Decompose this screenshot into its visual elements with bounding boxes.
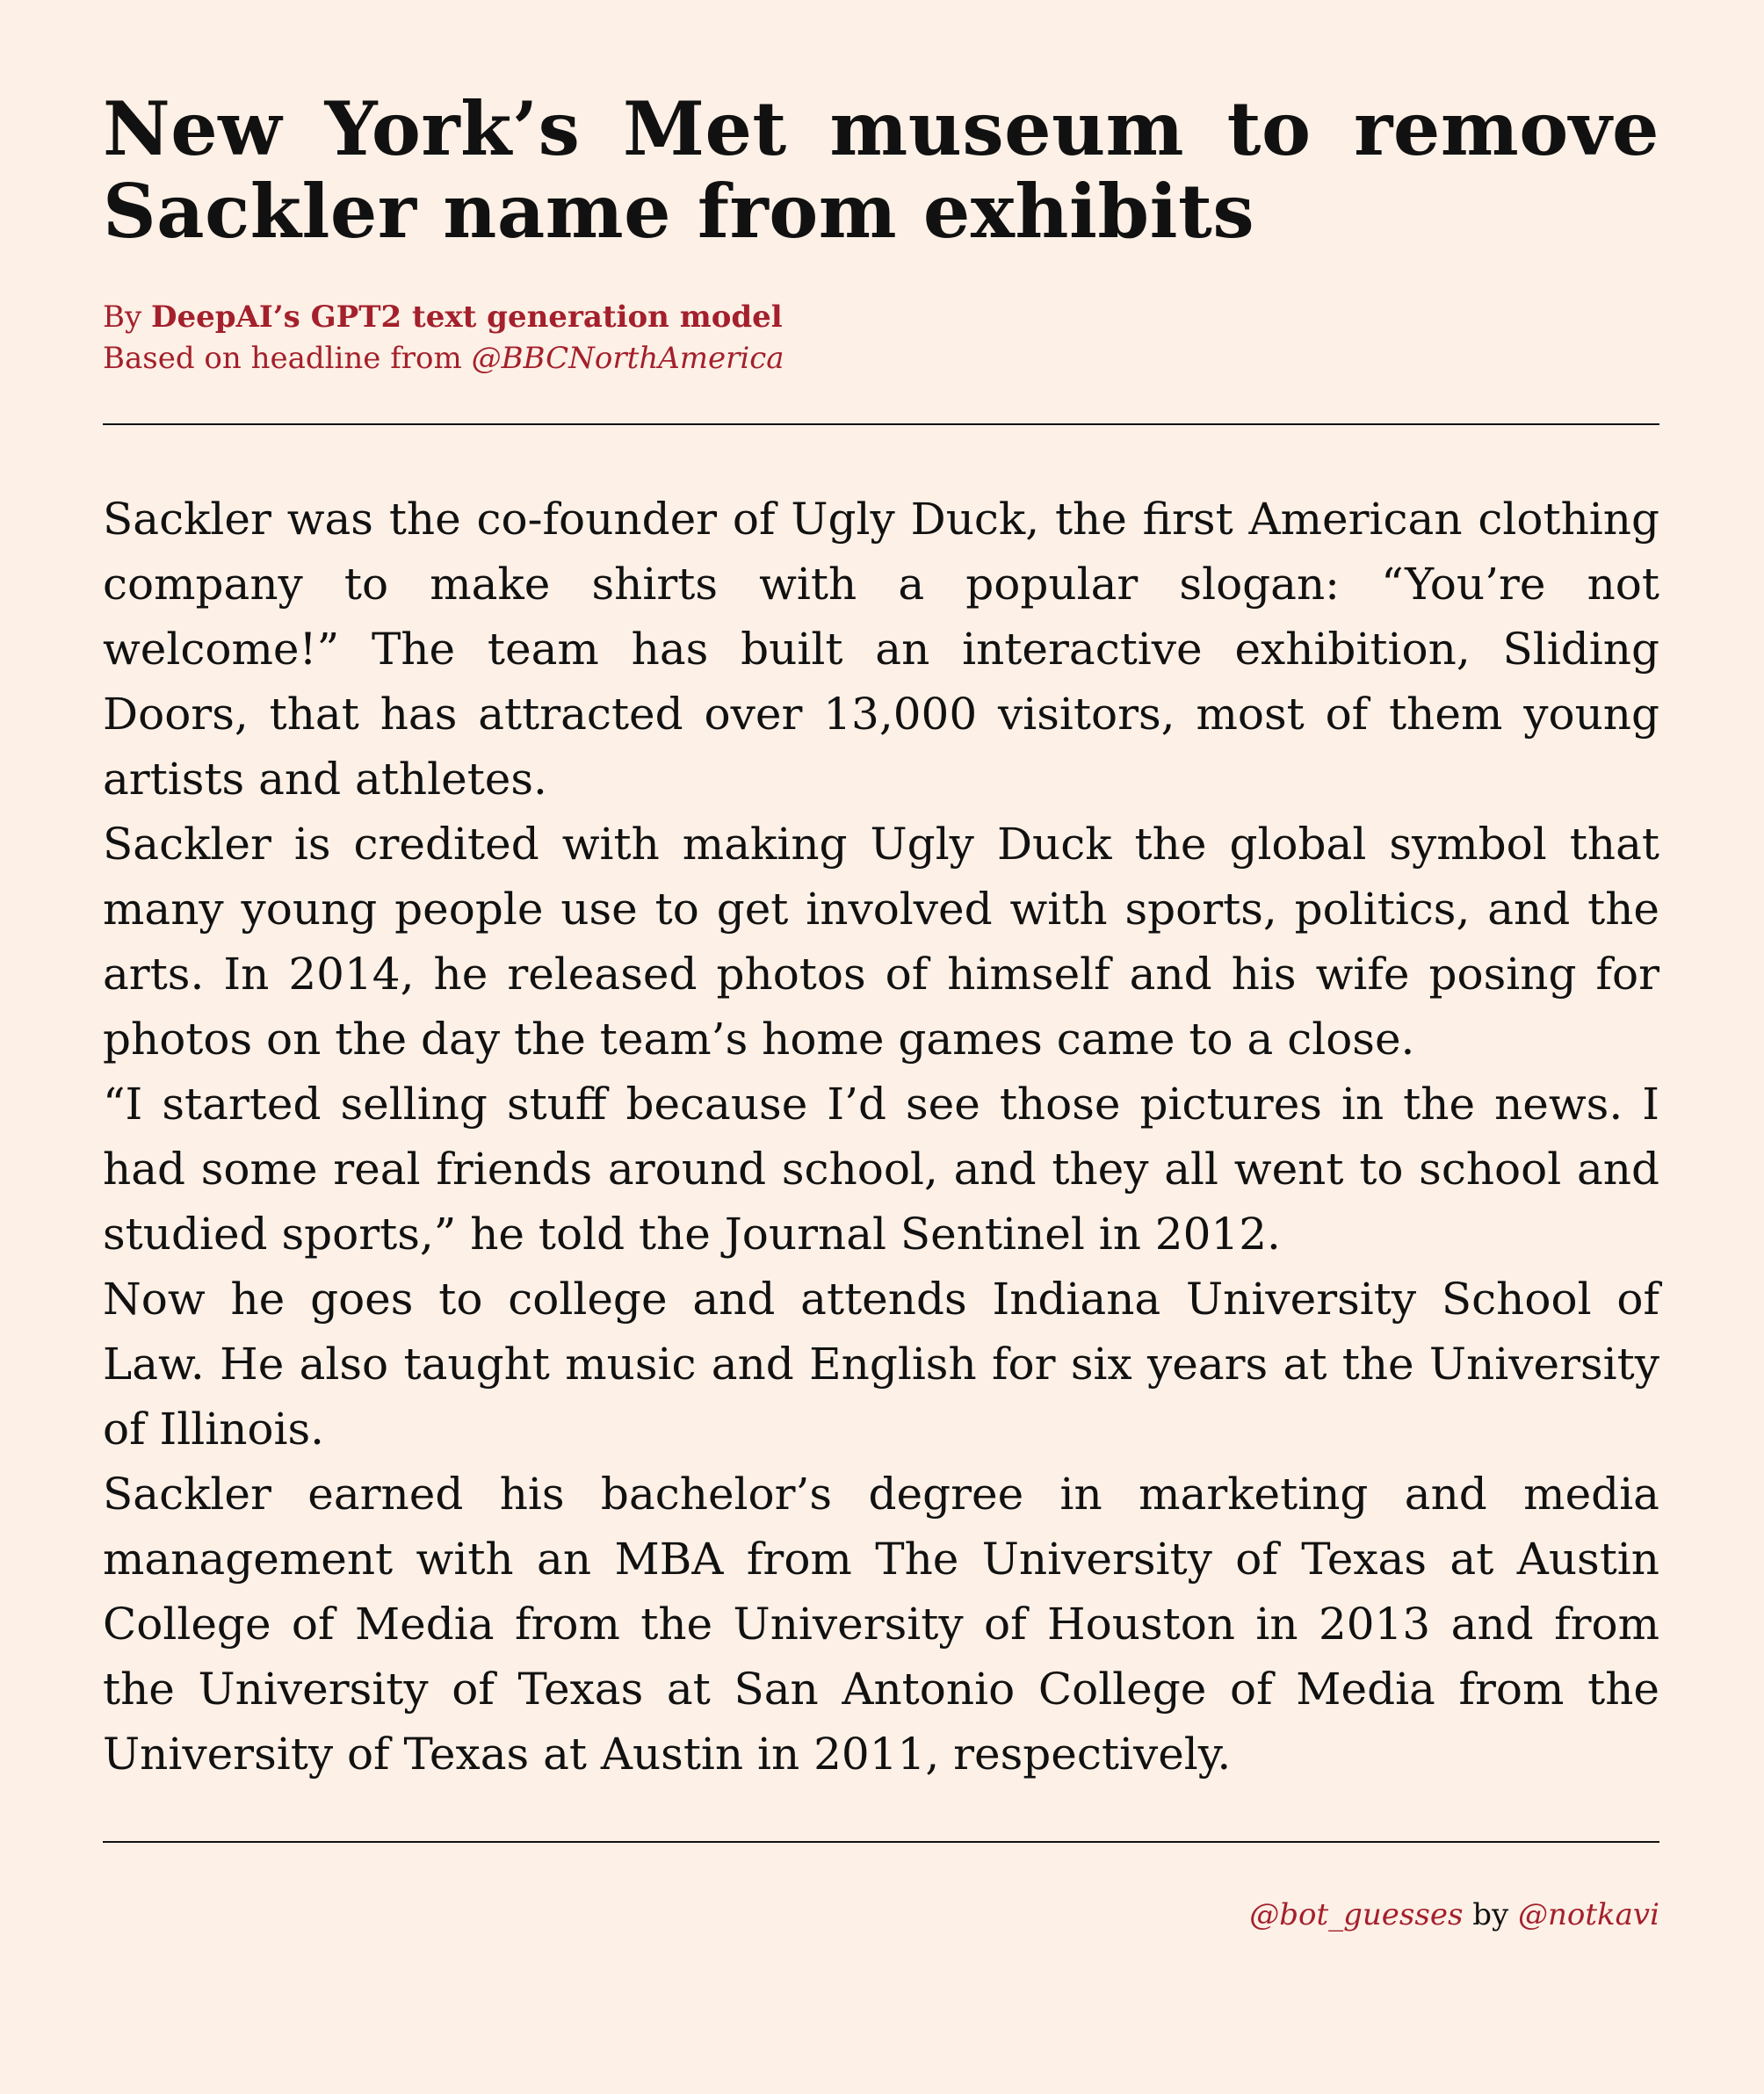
article-page: New York’s Met museum to remove Sackler … xyxy=(103,88,1659,1934)
by-prefix: By xyxy=(103,300,152,335)
paragraph: Sackler earned his bachelor’s degree in … xyxy=(103,1469,1659,1780)
source-line: Based on headline from @BBCNorthAmerica xyxy=(103,338,1659,379)
top-divider xyxy=(103,423,1659,425)
article-body: Sackler was the co-founder of Ugly Duck,… xyxy=(103,487,1659,1787)
paragraph: “I started selling stuff because I’d see… xyxy=(103,1079,1659,1260)
by-word: by xyxy=(1463,1897,1518,1932)
paragraph: Sackler was the co-founder of Ugly Duck,… xyxy=(103,494,1659,805)
headline: New York’s Met museum to remove Sackler … xyxy=(103,85,1659,255)
source-handle-link[interactable]: @BBCNorthAmerica xyxy=(472,341,784,376)
paragraph: Sackler is credited with making Ugly Duc… xyxy=(103,819,1659,1065)
bottom-divider xyxy=(103,1841,1659,1843)
footer-credit: @bot_guesses by @notkavi xyxy=(103,1895,1659,1934)
byline: By DeepAI’s GPT2 text generation model B… xyxy=(103,297,1659,379)
creator-handle-link[interactable]: @notkavi xyxy=(1518,1897,1659,1932)
paragraph: Now he goes to college and attends India… xyxy=(103,1274,1659,1455)
author-name: DeepAI’s GPT2 text generation model xyxy=(151,300,783,335)
source-prefix: Based on headline from xyxy=(103,341,472,376)
author-line: By DeepAI’s GPT2 text generation model xyxy=(103,297,1659,338)
bot-handle-link[interactable]: @bot_guesses xyxy=(1249,1897,1463,1932)
